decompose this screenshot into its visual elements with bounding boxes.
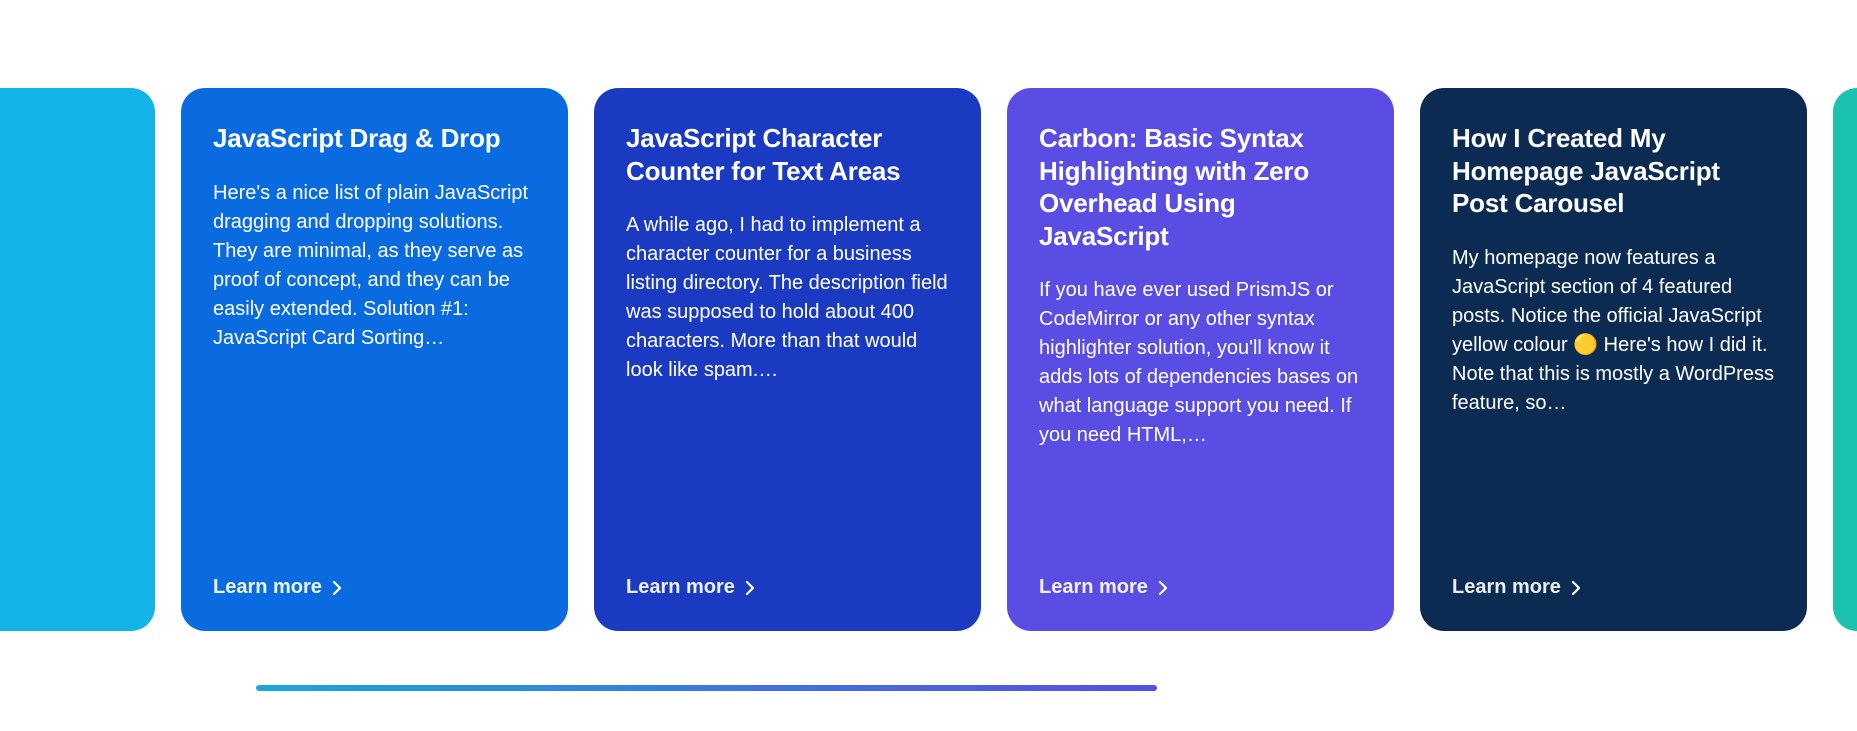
learn-more-label: Learn more — [1452, 576, 1561, 599]
carousel-card[interactable]: JavaScript Drag & Drop Here's a nice lis… — [181, 88, 568, 631]
card-title: JavaScript Drag & Drop — [213, 122, 536, 155]
carousel-viewport[interactable]: …of …on …cript …to… Learn more JavaScrip… — [0, 0, 1857, 731]
chevron-right-icon — [1158, 581, 1168, 595]
card-title: JavaScript Character Counter for Text Ar… — [626, 122, 949, 187]
carousel-track[interactable]: …of …on …cript …to… Learn more JavaScrip… — [0, 88, 1857, 631]
carousel-card[interactable]: How I Created My Homepage JavaScript Pos… — [1420, 88, 1807, 631]
card-excerpt: My homepage now features a JavaScript se… — [1452, 244, 1775, 418]
card-title: Carbon: Basic Syntax Highlighting with Z… — [1039, 122, 1362, 252]
carousel-scrollbar-thumb[interactable] — [256, 685, 1157, 691]
learn-more-label: Learn more — [213, 576, 322, 599]
carousel-card[interactable]: …of …on …cript …to… Learn more — [0, 88, 155, 631]
carousel-scrollbar[interactable] — [256, 685, 1157, 691]
learn-more-link[interactable]: Learn more — [1039, 576, 1168, 599]
carousel-card[interactable]: JavaScript Character Counter for Text Ar… — [594, 88, 981, 631]
learn-more-label: Learn more — [626, 576, 735, 599]
card-excerpt: A while ago, I had to implement a charac… — [626, 211, 949, 385]
card-excerpt: …on …cript …to… — [0, 179, 123, 208]
learn-more-link[interactable]: Learn more — [213, 576, 342, 599]
card-excerpt: If you have ever used PrismJS or CodeMir… — [1039, 276, 1362, 450]
chevron-right-icon — [1571, 581, 1581, 595]
card-title: …of — [0, 122, 123, 155]
chevron-right-icon — [332, 581, 342, 595]
card-title: How I Created My Homepage JavaScript Pos… — [1452, 122, 1775, 220]
chevron-right-icon — [745, 581, 755, 595]
carousel-card[interactable]: ? lo… R… I c… I t… lo… th… sa… He… Learn… — [1833, 88, 1857, 631]
card-excerpt: Here's a nice list of plain JavaScript d… — [213, 179, 536, 353]
carousel-card[interactable]: Carbon: Basic Syntax Highlighting with Z… — [1007, 88, 1394, 631]
learn-more-label: Learn more — [1039, 576, 1148, 599]
learn-more-link[interactable]: Learn more — [626, 576, 755, 599]
learn-more-link[interactable]: Learn more — [1452, 576, 1581, 599]
